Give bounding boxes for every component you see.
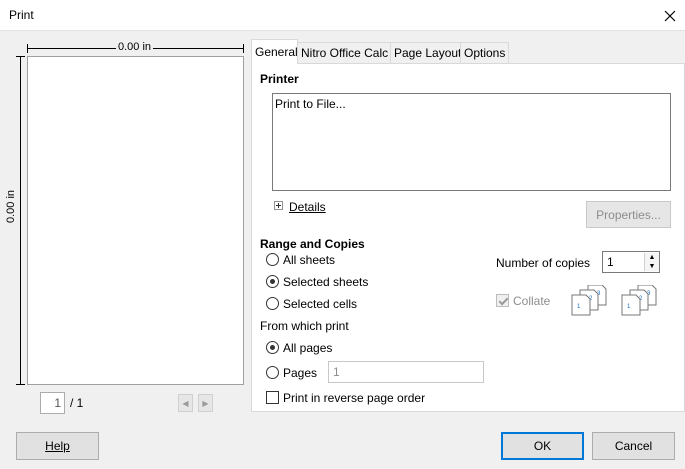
collate-label[interactable]: Collate xyxy=(513,294,550,308)
page-total: / 1 xyxy=(70,396,84,410)
copies-increment-button[interactable]: ▲ xyxy=(644,253,659,262)
cancel-button[interactable]: Cancel xyxy=(592,432,675,460)
range-copies-section-title: Range and Copies xyxy=(260,237,365,251)
tab-options[interactable]: Options xyxy=(460,42,509,63)
collated-pages-icon: 3 2 1 xyxy=(571,285,607,316)
window-title: Print xyxy=(9,8,34,22)
selected-cells-radio[interactable] xyxy=(266,297,279,310)
pages-input[interactable]: 1 xyxy=(328,361,484,383)
spin-down-icon: ▼ xyxy=(648,263,656,270)
close-icon xyxy=(664,10,675,21)
reverse-order-label[interactable]: Print in reverse page order xyxy=(283,391,425,405)
tab-page-layout[interactable]: Page Layout xyxy=(390,42,461,63)
help-button[interactable]: Help xyxy=(16,432,99,460)
close-button[interactable] xyxy=(654,0,685,31)
printer-list[interactable]: Print to File... xyxy=(272,93,671,191)
number-of-copies-label: Number of copies xyxy=(496,256,591,270)
triangle-right-icon: ▶ xyxy=(202,398,209,408)
vertical-ruler xyxy=(16,56,26,386)
spin-up-icon: ▲ xyxy=(648,254,656,261)
ok-button[interactable]: OK xyxy=(501,432,584,460)
title-bar xyxy=(0,0,685,31)
previous-page-button[interactable]: ◀ xyxy=(178,394,193,412)
selected-sheets-label[interactable]: Selected sheets xyxy=(283,275,368,289)
details-expander-label[interactable]: Details xyxy=(289,200,326,214)
all-sheets-radio[interactable] xyxy=(266,253,279,266)
collated-pages-icon: 3 2 1 xyxy=(621,285,657,316)
selected-cells-label[interactable]: Selected cells xyxy=(283,297,357,311)
page-number-input[interactable]: 1 xyxy=(40,392,65,414)
collate-checkbox[interactable] xyxy=(496,294,509,307)
all-sheets-label[interactable]: All sheets xyxy=(283,253,335,267)
preview-width-label: 0.00 in xyxy=(116,41,154,53)
tab-general[interactable]: General xyxy=(251,39,298,64)
all-pages-label[interactable]: All pages xyxy=(283,341,332,355)
selected-sheets-radio[interactable] xyxy=(266,275,279,288)
all-pages-radio[interactable] xyxy=(266,341,279,354)
pages-label[interactable]: Pages xyxy=(283,366,317,380)
next-page-button[interactable]: ▶ xyxy=(198,394,213,412)
pages-radio[interactable] xyxy=(266,366,279,379)
copies-decrement-button[interactable]: ▼ xyxy=(644,262,659,271)
expand-icon[interactable] xyxy=(274,201,283,210)
print-preview xyxy=(27,56,244,385)
triangle-left-icon: ◀ xyxy=(182,398,189,408)
properties-button[interactable]: Properties... xyxy=(586,201,671,228)
preview-height-label: 0.00 in xyxy=(5,187,17,225)
printer-list-item[interactable]: Print to File... xyxy=(275,97,668,111)
from-which-print-label: From which print xyxy=(260,319,349,333)
tab-nitro-office-calc[interactable]: Nitro Office Calc xyxy=(297,42,391,63)
printer-section-title: Printer xyxy=(260,72,299,86)
reverse-order-checkbox[interactable] xyxy=(266,391,279,404)
